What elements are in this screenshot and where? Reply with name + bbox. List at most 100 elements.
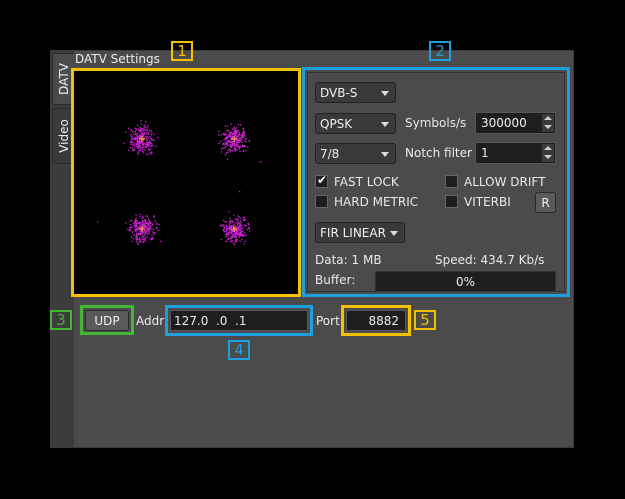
constellation-point (242, 230, 244, 232)
constellation-point (133, 234, 135, 236)
constellation-point (134, 226, 136, 229)
constellation-point (240, 230, 243, 233)
arrow-up-icon (544, 146, 552, 150)
constellation-point (218, 134, 220, 136)
constellation-point (242, 216, 244, 219)
notch-filter-label: Notch filter (405, 146, 472, 160)
constellation-point (245, 138, 247, 140)
constellation-point (247, 146, 249, 148)
constellation-point (232, 143, 234, 145)
constellation-point (220, 140, 222, 143)
constellation-point (134, 131, 137, 134)
constellation-point (237, 225, 239, 227)
constellation-point (225, 224, 228, 226)
constellation-point (140, 240, 142, 242)
constellation-point (129, 224, 131, 226)
constellation-point (249, 230, 251, 232)
constellation-point (130, 129, 132, 132)
constellation-point (138, 226, 141, 228)
constellation-point (236, 149, 239, 151)
constellation-point (148, 227, 150, 229)
constellation-point (248, 140, 251, 143)
constellation-point (155, 145, 157, 147)
constellation-point (229, 144, 231, 146)
constellation-point (144, 223, 146, 225)
constellation-point (233, 214, 235, 216)
buffer-label: Buffer: (315, 273, 356, 287)
constellation-point (144, 240, 146, 242)
addr-input[interactable]: 127.0 .0 .1 (170, 310, 308, 331)
udp-button[interactable]: UDP (85, 310, 129, 331)
constellation-point (151, 236, 153, 238)
constellation-point (132, 147, 134, 149)
constellation-point (146, 233, 149, 235)
constellation-point (137, 140, 139, 143)
constellation-point (150, 137, 152, 139)
constellation-point (239, 217, 241, 219)
constellation-point (141, 147, 143, 149)
port-input[interactable]: 8882 (346, 310, 406, 331)
symbols-rate-spinbox[interactable]: 300000 (475, 112, 556, 134)
symbols-rate-value: 300000 (481, 116, 527, 130)
constellation-point (236, 220, 238, 222)
reset-button[interactable]: R (535, 192, 556, 213)
spin-buttons[interactable] (542, 114, 554, 132)
constellation-point (145, 220, 147, 223)
constellation-point (137, 142, 140, 144)
constellation-point (147, 231, 149, 233)
fec-select[interactable]: 7/8 (315, 143, 396, 164)
modulation-select[interactable]: QPSK (315, 113, 396, 134)
constellation-point (140, 142, 142, 144)
constellation-point (231, 133, 233, 136)
constellation-point (228, 132, 231, 134)
constellation-point (225, 236, 227, 238)
filter-select[interactable]: FIR LINEAR (315, 222, 405, 243)
constellation-point (150, 130, 152, 132)
constellation-point (230, 141, 232, 144)
callout-2: 2 (429, 41, 451, 61)
constellation-point (139, 145, 141, 147)
constellation-point (239, 240, 241, 242)
allow-drift-label: ALLOW DRIFT (464, 175, 546, 189)
constellation-point (133, 149, 135, 151)
standard-select[interactable]: DVB-S (315, 82, 396, 103)
constellation-point (139, 130, 141, 132)
constellation-point (237, 232, 240, 235)
fast-lock-checkbox[interactable]: ✔ (315, 173, 328, 188)
constellation-point (242, 129, 245, 131)
notch-filter-spinbox[interactable]: 1 (475, 142, 556, 164)
constellation-point (129, 227, 131, 229)
constellation-point (138, 223, 140, 225)
constellation-point (235, 236, 237, 239)
constellation-point (144, 149, 146, 151)
allow-drift-checkbox[interactable] (445, 175, 458, 188)
constellation-point (237, 145, 239, 148)
constellation-point (149, 221, 151, 223)
constellation-point (157, 136, 159, 139)
constellation-point (238, 221, 240, 223)
constellation-point (234, 226, 236, 229)
constellation-point (239, 136, 241, 139)
constellation-point (242, 127, 244, 130)
constellation-point (234, 218, 236, 220)
constellation-point (228, 130, 230, 132)
constellation-point (230, 240, 232, 242)
constellation-point (149, 228, 151, 230)
constellation-point (145, 227, 148, 229)
constellation-point (231, 135, 234, 137)
viterbi-checkbox[interactable] (445, 195, 458, 208)
constellation-point (148, 133, 150, 135)
constellation-point (234, 235, 236, 237)
constellation-point (133, 145, 136, 147)
constellation-point (237, 218, 239, 220)
symbols-label: Symbols/s (405, 116, 467, 130)
constellation-point (150, 153, 152, 155)
spin-buttons[interactable] (542, 144, 554, 162)
constellation-point (227, 158, 229, 160)
constellation-point (226, 227, 228, 230)
hard-metric-checkbox[interactable] (315, 195, 328, 208)
constellation-point (238, 236, 240, 238)
constellation-point (123, 142, 125, 145)
constellation-point (144, 225, 147, 228)
constellation-point (248, 227, 250, 229)
